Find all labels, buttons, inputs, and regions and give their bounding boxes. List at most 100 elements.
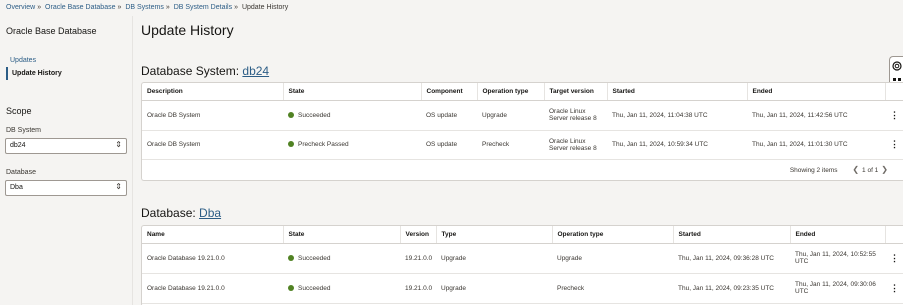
db-system-link[interactable]: db24 — [242, 64, 269, 78]
target-version-line: Server release 8 — [549, 115, 597, 122]
breadcrumb-separator: » — [117, 4, 122, 11]
cell-operation-type: Upgrade — [552, 243, 673, 274]
cell-name: Oracle Database 19.21.0.0 — [142, 243, 283, 274]
status-success-dot-icon — [288, 284, 294, 291]
cell-started: Thu, Jan 11, 2024, 11:04:38 UTC — [607, 100, 747, 131]
db-system-section-prefix: Database System: — [141, 64, 243, 78]
scope-title: Scope — [6, 106, 32, 116]
database-select-value: Dba — [10, 184, 23, 191]
column-header[interactable]: Component — [421, 83, 478, 101]
cell-state: Precheck Passed — [283, 130, 421, 160]
column-header[interactable]: Type — [436, 226, 553, 244]
column-header[interactable]: Ended — [790, 226, 886, 244]
sidebar-title: Oracle Base Database — [6, 26, 97, 36]
table-header-row: Name State Version Type Operation type S… — [142, 226, 903, 244]
column-header[interactable]: Target version — [544, 83, 608, 101]
column-header[interactable]: State — [283, 83, 422, 101]
sidebar-nav: Updates Update History — [6, 54, 66, 80]
cell-state: Succeeded — [283, 100, 421, 131]
cell-target-version: Oracle Linux Server release 8 — [544, 130, 607, 160]
kebab-menu-icon[interactable]: ⋮ — [885, 100, 903, 131]
kebab-menu-icon[interactable]: ⋮ — [885, 130, 903, 160]
column-header-actions — [885, 83, 903, 101]
db-system-select-value: db24 — [10, 142, 26, 149]
cell-state: Succeeded — [283, 243, 400, 274]
db-system-select[interactable]: db24 ⇕ — [5, 138, 127, 154]
ended-line: UTC — [795, 288, 809, 295]
breadcrumb: Overview» Oracle Base Database» DB Syste… — [6, 4, 288, 11]
chevron-right-icon[interactable]: ❯ — [881, 165, 888, 174]
kebab-menu-icon[interactable]: ⋮ — [885, 273, 903, 304]
status-success-dot-icon — [288, 111, 294, 118]
table-footer: Showing 2 items ❮ 1 of 1 ❯ — [142, 160, 903, 180]
breadcrumb-db-systems[interactable]: DB Systems — [125, 4, 164, 11]
state-text: Precheck Passed — [298, 141, 349, 148]
cell-description: Oracle DB System — [142, 100, 283, 131]
database-section-prefix: Database: — [141, 206, 200, 220]
cell-component: OS update — [421, 100, 477, 131]
page-indicator: 1 of 1 — [862, 166, 879, 174]
breadcrumb-separator: » — [165, 4, 170, 11]
column-header[interactable]: Started — [607, 83, 748, 101]
breadcrumb-current: Update History — [241, 4, 289, 11]
cell-ended: Thu, Jan 11, 2024, 09:30:06 UTC — [790, 273, 885, 304]
db-system-label: DB System — [6, 127, 42, 134]
column-header[interactable]: Ended — [747, 83, 886, 101]
cell-ended: Thu, Jan 11, 2024, 11:01:30 UTC — [747, 130, 885, 160]
state-text: Succeeded — [298, 111, 331, 119]
sidebar-item-update-history[interactable]: Update History — [6, 67, 66, 80]
cell-started: Thu, Jan 11, 2024, 10:59:34 UTC — [607, 130, 747, 160]
target-version-line: Oracle Linux — [549, 108, 586, 115]
cell-target-version: Oracle Linux Server release 8 — [544, 100, 607, 131]
breadcrumb-separator: » — [234, 4, 238, 11]
column-header[interactable]: Started — [673, 226, 791, 244]
cell-operation-type: Upgrade — [477, 100, 544, 131]
ended-line: Thu, Jan 11, 2024, 09:30:06 — [795, 281, 876, 288]
sidebar-item-updates[interactable]: Updates — [6, 54, 66, 67]
target-version-line: Oracle Linux — [549, 137, 586, 145]
showing-items-text: Showing 2 items — [789, 166, 838, 174]
chevron-updown-icon: ⇕ — [115, 140, 122, 149]
cell-type: Upgrade — [436, 273, 552, 304]
db-system-update-table: Description State Component Operation ty… — [141, 82, 903, 181]
column-header[interactable]: State — [283, 226, 401, 244]
column-header[interactable]: Operation type — [477, 83, 545, 101]
cell-started: Thu, Jan 11, 2024, 09:23:35 UTC — [673, 273, 790, 304]
kebab-menu-icon[interactable]: ⋮ — [885, 243, 903, 274]
column-header[interactable]: Description — [142, 83, 284, 101]
column-header[interactable]: Operation type — [552, 226, 674, 244]
column-header-actions — [885, 226, 903, 244]
cell-ended: Thu, Jan 11, 2024, 11:42:56 UTC — [747, 100, 885, 131]
sidebar: Oracle Base Database Updates Update Hist… — [0, 16, 133, 305]
page-title: Update History — [141, 22, 234, 38]
breadcrumb-separator: » — [37, 4, 42, 11]
breadcrumb-overview[interactable]: Overview — [6, 4, 35, 11]
cell-version: 19.21.0.0 — [400, 243, 436, 274]
cell-ended: Thu, Jan 11, 2024, 10:52:55 UTC — [790, 243, 885, 274]
column-header[interactable]: Version — [400, 226, 437, 244]
breadcrumb-oracle-base-database[interactable]: Oracle Base Database — [45, 4, 115, 11]
cell-description: Oracle DB System — [142, 130, 283, 160]
table-row: Oracle Database 19.21.0.0 Succeeded 19.2… — [142, 243, 903, 274]
table-header-row: Description State Component Operation ty… — [142, 83, 903, 101]
chevron-left-icon[interactable]: ❮ — [852, 165, 859, 174]
status-success-dot-icon — [288, 254, 294, 261]
state-text: Succeeded — [298, 254, 331, 262]
database-link[interactable]: Dba — [199, 206, 221, 220]
database-update-table: Name State Version Type Operation type S… — [141, 225, 903, 305]
cell-state: Succeeded — [283, 273, 400, 304]
ended-line: Thu, Jan 11, 2024, 10:52:55 — [795, 251, 876, 258]
cell-operation-type: Precheck — [477, 130, 544, 160]
column-header[interactable]: Name — [142, 226, 284, 244]
table-row: Oracle Database 19.21.0.0 Succeeded 19.2… — [142, 273, 903, 304]
table-row: Oracle DB System Precheck Passed OS upda… — [142, 130, 903, 160]
cell-component: OS update — [421, 130, 477, 160]
breadcrumb-db-system-details[interactable]: DB System Details — [174, 4, 232, 11]
cell-name: Oracle Database 19.21.0.0 — [142, 273, 283, 304]
database-select[interactable]: Dba ⇕ — [5, 180, 127, 196]
cell-type: Upgrade — [436, 243, 552, 274]
cell-started: Thu, Jan 11, 2024, 09:36:28 UTC — [673, 243, 790, 274]
database-label: Database — [6, 169, 36, 176]
state-text: Succeeded — [298, 284, 331, 292]
chevron-updown-icon: ⇕ — [115, 182, 122, 191]
